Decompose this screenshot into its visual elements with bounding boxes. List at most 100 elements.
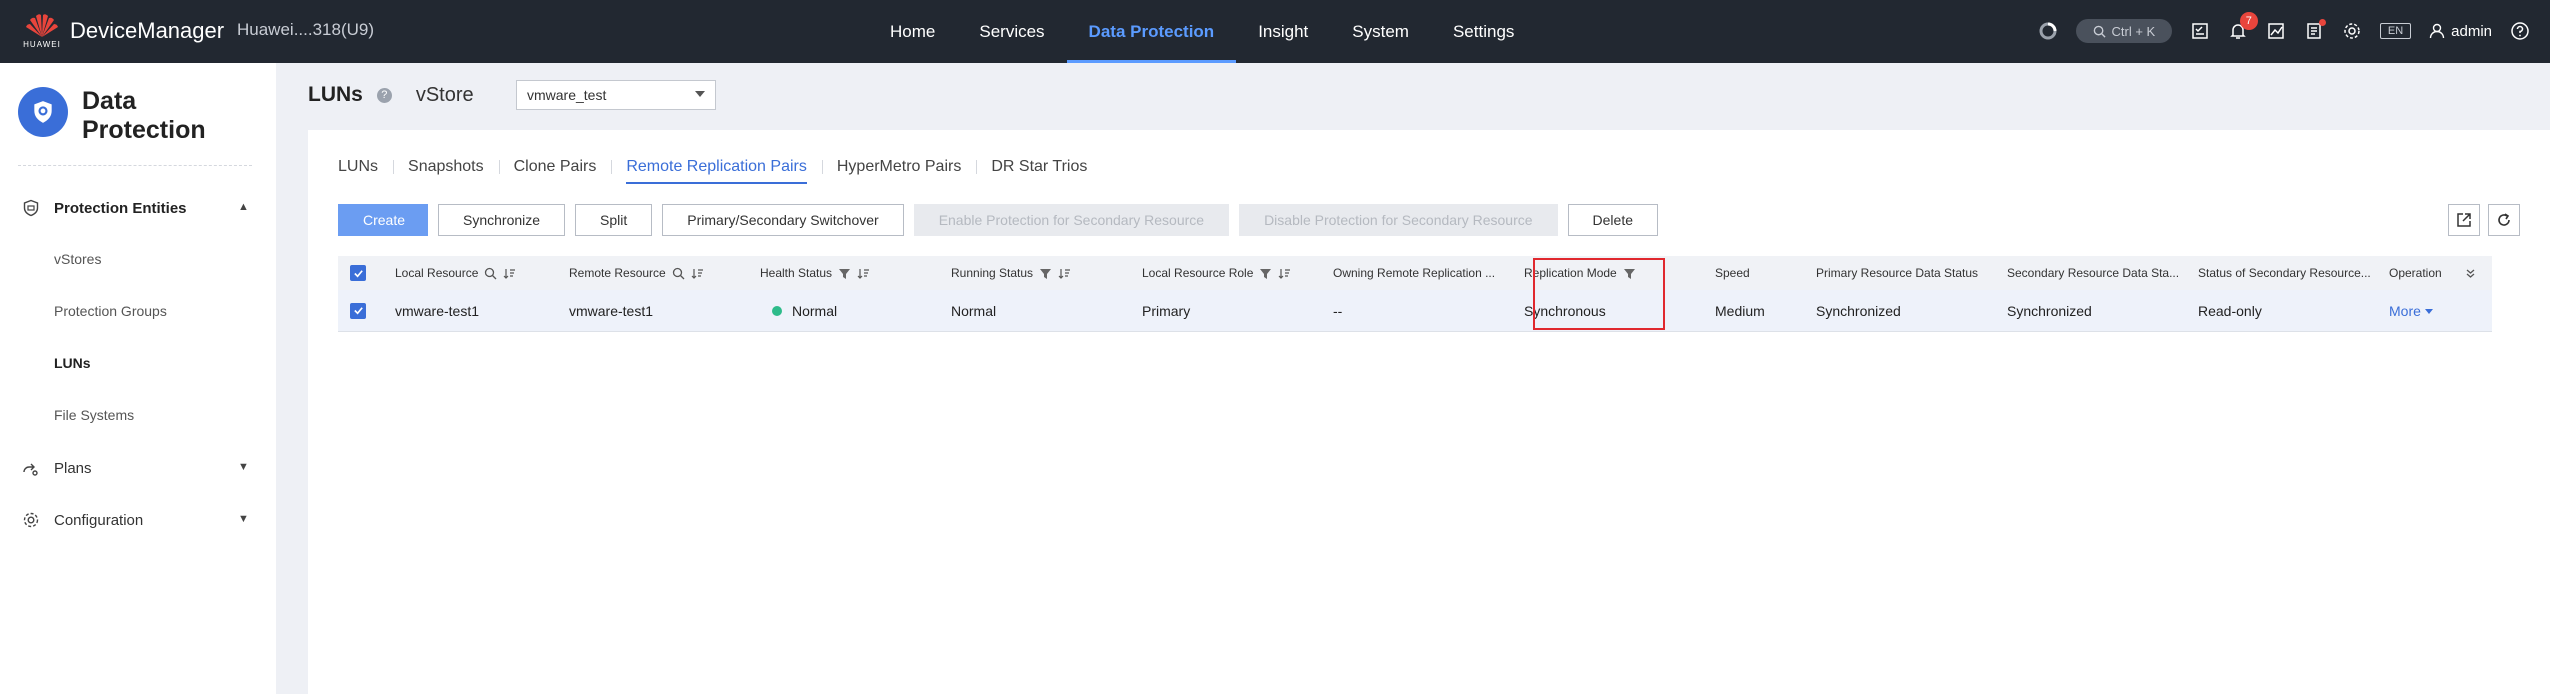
app-name: DeviceManager	[70, 18, 225, 43]
sidebar-item-file-systems[interactable]: File Systems	[54, 407, 134, 423]
sidebar-item-vstores[interactable]: vStores	[54, 251, 101, 267]
column-running-status[interactable]: Running Status	[951, 256, 1142, 290]
expand-caret-icon[interactable]: ▼	[238, 461, 249, 473]
search-icon[interactable]	[672, 267, 685, 280]
column-replication-mode[interactable]: Replication Mode	[1524, 256, 1715, 290]
user-name: admin	[2451, 22, 2492, 40]
task-list-icon[interactable]	[2190, 21, 2210, 41]
nav-settings[interactable]: Settings	[1431, 0, 1536, 63]
nav-data-protection[interactable]: Data Protection	[1066, 0, 1237, 63]
column-label: Remote Resource	[569, 266, 666, 280]
cell-primary-data-status: Synchronized	[1816, 302, 1901, 319]
more-actions-link[interactable]: More	[2389, 303, 2433, 319]
column-speed[interactable]: Speed	[1715, 256, 1816, 290]
column-operation: Operation	[2389, 256, 2481, 290]
tab-luns[interactable]: LUNs	[338, 156, 393, 178]
tab-dr-star-trios[interactable]: DR Star Trios	[976, 156, 1102, 178]
create-button[interactable]: Create	[338, 204, 428, 236]
sort-icon[interactable]	[691, 267, 704, 280]
vstore-selected-value: vmware_test	[527, 87, 607, 103]
sidebar-group-label: Configuration	[54, 511, 144, 529]
select-all-checkbox[interactable]	[350, 265, 366, 281]
cell-local-resource[interactable]: vmware-test1	[378, 290, 569, 331]
vstore-label: vStore	[415, 83, 474, 106]
language-switch[interactable]: EN	[2379, 23, 2412, 39]
cell-operation: More	[2389, 290, 2481, 331]
column-local-resource-role[interactable]: Local Resource Role	[1142, 256, 1333, 290]
user-menu[interactable]: admin	[2429, 23, 2492, 40]
sidebar-item-luns[interactable]: LUNs	[54, 355, 91, 371]
cell-secondary-data-status: Synchronized	[2007, 302, 2092, 319]
column-label: Local Resource	[395, 266, 479, 280]
expand-caret-icon[interactable]: ▼	[238, 513, 249, 525]
search-icon[interactable]	[484, 267, 497, 280]
replication-pairs-table: Local Resource Remote Resource Health St…	[338, 256, 2492, 332]
column-label: Local Resource Role	[1142, 266, 1254, 280]
help-icon[interactable]	[2510, 21, 2530, 41]
tab-clone-pairs[interactable]: Clone Pairs	[498, 156, 612, 178]
disable-protection-button[interactable]: Disable Protection for Secondary Resourc…	[1239, 204, 1558, 236]
select-all-cell	[338, 256, 378, 290]
refresh-icon	[2498, 213, 2510, 226]
table-row[interactable]: vmware-test1 vmware-test1 Normal Normal …	[338, 290, 2492, 332]
row-select-cell	[338, 290, 378, 331]
tab-remote-replication-pairs[interactable]: Remote Replication Pairs	[611, 156, 822, 184]
delete-button[interactable]: Delete	[1567, 204, 1658, 236]
column-settings-icon[interactable]	[2464, 267, 2477, 280]
alarm-log-icon[interactable]	[2304, 19, 2326, 41]
sidebar-item-protection-groups[interactable]: Protection Groups	[54, 303, 167, 319]
sidebar-group-configuration[interactable]: Configuration	[22, 511, 143, 529]
sort-icon[interactable]	[503, 267, 516, 280]
refresh-button[interactable]	[2488, 204, 2520, 236]
tab-hypermetro-pairs[interactable]: HyperMetro Pairs	[821, 156, 976, 178]
cell-secondary-resource-status: Read-only	[2198, 302, 2262, 319]
huawei-logo: HUAWEI	[22, 12, 62, 50]
filter-icon[interactable]	[838, 267, 851, 280]
column-remote-resource[interactable]: Remote Resource	[569, 256, 760, 290]
notifications-bell-icon[interactable]: 7	[2228, 12, 2258, 41]
column-primary-data-status[interactable]: Primary Resource Data Status	[1816, 256, 2007, 290]
switchover-button[interactable]: Primary/Secondary Switchover	[662, 204, 904, 236]
filter-icon[interactable]	[1259, 267, 1272, 280]
column-health-status[interactable]: Health Status	[760, 256, 951, 290]
filter-icon[interactable]	[1623, 267, 1636, 280]
column-secondary-data-status[interactable]: Secondary Resource Data Sta...	[2007, 256, 2198, 290]
sidebar-group-protection-entities[interactable]: Protection Entities	[22, 199, 187, 217]
monitoring-chart-icon[interactable]	[2266, 21, 2286, 41]
column-local-resource[interactable]: Local Resource	[378, 256, 569, 290]
row-checkbox[interactable]	[350, 302, 366, 319]
collapse-caret-icon[interactable]: ▲	[238, 201, 249, 213]
sidebar-group-plans[interactable]: Plans	[22, 459, 92, 477]
sidebar-title-line2: Protection	[82, 116, 206, 144]
page-header: LUNs ? vStore	[308, 83, 474, 107]
nav-services[interactable]: Services	[957, 0, 1066, 63]
split-button[interactable]: Split	[575, 204, 653, 236]
check-icon	[353, 307, 363, 315]
cell-replication-mode: Synchronous	[1524, 302, 1606, 319]
column-owning-remote-replication[interactable]: Owning Remote Replication ...	[1333, 256, 1524, 290]
brand-text: HUAWEI	[23, 40, 61, 49]
device-name[interactable]: Huawei....318(U9)	[237, 20, 374, 40]
loading-spinner-icon	[2038, 21, 2058, 41]
action-toolbar: Create Synchronize Split Primary/Seconda…	[338, 204, 1658, 236]
nav-home[interactable]: Home	[868, 0, 957, 63]
filter-icon[interactable]	[1039, 267, 1052, 280]
column-secondary-resource-status[interactable]: Status of Secondary Resource...	[2198, 256, 2389, 290]
gear-icon[interactable]	[2342, 21, 2362, 41]
sort-icon[interactable]	[1058, 267, 1071, 280]
export-button[interactable]	[2448, 204, 2480, 236]
nav-insight[interactable]: Insight	[1236, 0, 1330, 63]
sort-icon[interactable]	[857, 267, 870, 280]
global-search-button[interactable]: Ctrl + K	[2075, 19, 2172, 43]
cell-remote-resource[interactable]: vmware-test1	[569, 290, 760, 331]
configuration-gear-icon	[23, 512, 39, 528]
table-header: Local Resource Remote Resource Health St…	[338, 256, 2492, 290]
cell-health-status: Normal	[760, 290, 951, 331]
vstore-select[interactable]: vmware_test	[516, 80, 716, 110]
tab-snapshots[interactable]: Snapshots	[393, 156, 499, 178]
help-icon[interactable]: ?	[376, 87, 392, 103]
synchronize-button[interactable]: Synchronize	[438, 204, 566, 236]
sort-icon[interactable]	[1278, 267, 1291, 280]
nav-system[interactable]: System	[1330, 0, 1431, 63]
enable-protection-button[interactable]: Enable Protection for Secondary Resource	[913, 204, 1230, 236]
